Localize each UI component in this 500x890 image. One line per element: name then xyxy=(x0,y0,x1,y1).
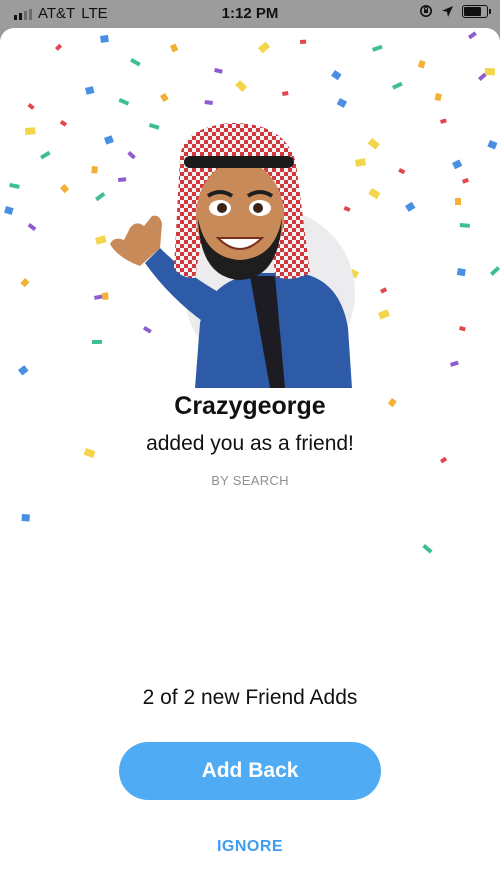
confetti-piece xyxy=(367,138,380,150)
confetti-piece xyxy=(422,544,433,554)
confetti-piece xyxy=(25,127,36,135)
confetti-piece xyxy=(452,159,463,170)
confetti-piece xyxy=(398,168,406,175)
confetti-piece xyxy=(282,91,289,96)
confetti-piece xyxy=(440,118,447,124)
confetti-piece xyxy=(17,365,29,376)
confetti-piece xyxy=(170,43,179,53)
orientation-lock-icon xyxy=(420,5,432,17)
status-right xyxy=(419,4,491,18)
confetti-piece xyxy=(439,456,448,464)
bitmoji-avatar-icon xyxy=(110,122,355,388)
friend-adds-counter: 2 of 2 new Friend Adds xyxy=(142,686,358,709)
confetti-piece xyxy=(118,98,130,106)
confetti-piece xyxy=(91,166,98,174)
confetti-piece xyxy=(459,223,470,228)
confetti-piece xyxy=(450,360,459,367)
confetti-piece xyxy=(160,92,169,103)
confetti-piece xyxy=(100,34,109,43)
confetti-piece xyxy=(258,41,271,54)
confetti-piece xyxy=(368,188,381,200)
confetti-piece xyxy=(21,514,30,522)
battery-fill xyxy=(464,6,481,16)
confetti-piece xyxy=(377,309,390,320)
battery-icon xyxy=(462,4,491,18)
confetti-piece xyxy=(458,326,466,332)
confetti-piece xyxy=(214,68,223,74)
confetti-piece xyxy=(20,278,30,288)
avatar xyxy=(100,108,360,388)
friend-added-message: added you as a friend! xyxy=(146,432,354,455)
status-bar: AT&T LTE 1:12 PM xyxy=(0,0,500,28)
confetti-piece xyxy=(336,98,348,108)
confetti-piece xyxy=(417,59,426,69)
confetti-piece xyxy=(484,68,495,76)
confetti-piece xyxy=(204,100,213,105)
confetti-piece xyxy=(372,44,383,52)
confetti-piece xyxy=(55,43,63,51)
add-back-button[interactable]: Add Back xyxy=(119,742,381,800)
confetti-piece xyxy=(434,92,442,102)
confetti-piece xyxy=(60,183,70,194)
confetti-piece xyxy=(27,103,35,110)
confetti-piece xyxy=(130,58,141,67)
friend-username: Crazygeorge xyxy=(174,392,326,420)
confetti-piece xyxy=(487,139,498,150)
add-source-label: BY SEARCH xyxy=(211,473,289,488)
friend-add-card: Crazygeorge added you as a friend! BY SE… xyxy=(0,28,500,890)
confetti-piece xyxy=(40,150,51,160)
confetti-piece xyxy=(85,86,95,95)
confetti-piece xyxy=(455,198,461,205)
confetti-piece xyxy=(462,177,470,184)
confetti-piece xyxy=(391,81,403,90)
confetti-piece xyxy=(235,80,248,92)
location-arrow-icon xyxy=(442,5,453,17)
confetti-piece xyxy=(300,39,307,44)
confetti-piece xyxy=(59,120,68,127)
confetti-piece xyxy=(490,266,500,276)
confetti-piece xyxy=(405,201,416,212)
ignore-button[interactable]: IGNORE xyxy=(0,838,500,856)
confetti-piece xyxy=(9,183,20,189)
confetti-piece xyxy=(456,267,466,277)
confetti-piece xyxy=(27,223,37,232)
confetti-piece xyxy=(4,206,14,215)
confetti-piece xyxy=(331,69,342,81)
confetti-piece xyxy=(467,31,477,40)
confetti-piece xyxy=(380,287,388,294)
